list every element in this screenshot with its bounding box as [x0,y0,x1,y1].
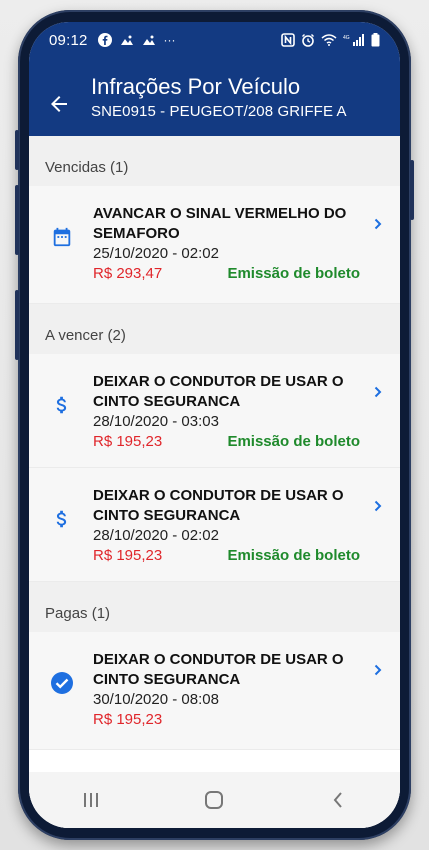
infraction-datetime: 28/10/2020 - 03:03 [93,413,219,430]
status-time: 09:12 [49,31,88,49]
system-nav-bar [29,772,400,828]
infraction-item[interactable]: DEIXAR O CONDUTOR DE USAR O CINTO SEGURA… [29,468,400,582]
bixby-button [15,290,19,360]
image-icon [142,35,155,45]
image-icon [120,35,133,45]
status-bar: 09:12 ··· 4G [29,22,400,58]
recent-apps-button[interactable] [71,785,111,815]
svg-text:4G: 4G [343,35,350,41]
battery-icon [371,33,380,47]
home-button[interactable] [194,785,234,815]
back-icon [333,792,342,808]
infraction-description: DEIXAR O CONDUTOR DE USAR O CINTO SEGURA… [93,651,344,688]
chevron-right-icon [374,664,382,676]
nfc-icon [281,33,295,47]
phone-frame: 09:12 ··· 4G Infrações Por Veículo SNE09… [15,10,414,840]
home-icon [205,791,224,809]
emissao-boleto-link[interactable]: Emissão de boleto [227,432,360,452]
infraction-footer: R$ 293,47 Emissão de boleto [93,264,360,284]
infraction-amount: R$ 195,23 [93,433,163,450]
status-right-icons: 4G [281,33,380,47]
emissao-boleto-link[interactable]: Emissão de boleto [227,546,360,566]
facebook-icon [97,33,112,47]
chevron-right-icon [374,386,382,398]
infraction-description: DEIXAR O CONDUTOR DE USAR O CINTO SEGURA… [93,373,344,410]
dollar-icon [49,506,75,532]
4g-signal-icon: 4G [343,34,364,46]
infraction-datetime: 30/10/2020 - 08:08 [93,691,219,708]
dollar-icon [49,392,75,418]
screen: 09:12 ··· 4G Infrações Por Veículo SNE09… [29,22,400,828]
back-button[interactable] [318,785,358,815]
infraction-description: AVANCAR O SINAL VERMELHO DO SEMAFORO [93,205,347,242]
infraction-description: DEIXAR O CONDUTOR DE USAR O CINTO SEGURA… [93,487,344,524]
infraction-item[interactable]: DEIXAR O CONDUTOR DE USAR O CINTO SEGURA… [29,632,400,750]
status-left-icons: ··· [97,33,176,47]
more-icon: ··· [163,33,176,47]
power-button [410,160,414,220]
infraction-datetime: 25/10/2020 - 02:02 [93,245,219,262]
infraction-footer: R$ 195,23 Emissão de boleto [93,432,360,452]
header-titles: Infrações Por Veículo SNE0915 - PEUGEOT/… [91,74,347,122]
calendar-icon [49,224,75,250]
section-header-pagas: Pagas (1) [29,582,400,632]
infraction-datetime: 28/10/2020 - 02:02 [93,527,219,544]
wifi-icon [321,34,337,46]
infractions-list[interactable]: Vencidas (1) AVANCAR O SINAL VERMELHO DO… [29,136,400,828]
volume-button [15,185,19,255]
emissao-boleto-link[interactable]: Emissão de boleto [227,264,360,284]
check-circle-icon [49,670,75,696]
infraction-item[interactable]: AVANCAR O SINAL VERMELHO DO SEMAFORO 25/… [29,186,400,304]
infraction-item[interactable]: DEIXAR O CONDUTOR DE USAR O CINTO SEGURA… [29,354,400,468]
app-bar: 09:12 ··· 4G Infrações Por Veículo SNE09… [29,22,400,136]
section-header-vencidas: Vencidas (1) [29,136,400,186]
back-arrow-icon[interactable] [47,92,71,116]
page-title: Infrações Por Veículo [91,74,301,99]
infraction-amount: R$ 293,47 [93,265,163,282]
infraction-amount: R$ 195,23 [93,711,163,728]
chevron-right-icon [374,500,382,512]
infraction-footer: R$ 195,23 [93,710,360,730]
section-header-a-vencer: A vencer (2) [29,304,400,354]
background: 09:12 ··· 4G Infrações Por Veículo SNE09… [0,0,429,850]
chevron-right-icon [374,218,382,230]
alarm-icon [302,34,314,47]
recent-apps-icon [83,793,98,807]
infraction-footer: R$ 195,23 Emissão de boleto [93,546,360,566]
infraction-amount: R$ 195,23 [93,547,163,564]
volume-button [15,130,19,170]
vehicle-subtitle: SNE0915 - PEUGEOT/208 GRIFFE A [91,103,347,120]
